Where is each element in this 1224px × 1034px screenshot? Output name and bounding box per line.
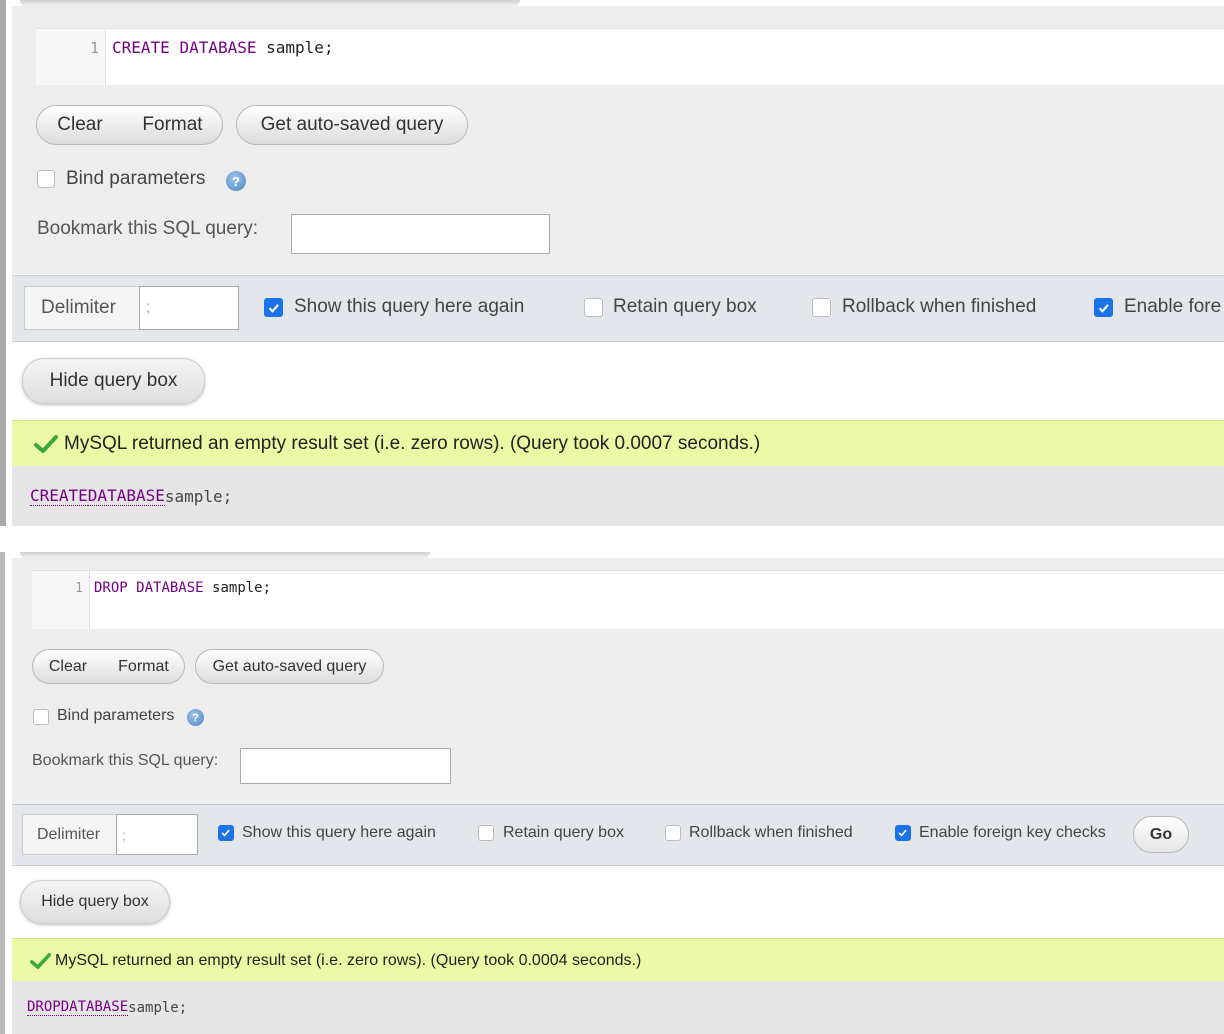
line-number: 1 (36, 29, 106, 85)
success-text: MySQL returned an empty result set (i.e.… (55, 951, 642, 969)
help-icon[interactable]: ? (226, 171, 246, 191)
bind-parameters-label: Bind parameters (66, 168, 206, 189)
rollback-label: Rollback when finished (842, 296, 1037, 317)
sql-keyword-link[interactable]: DATABASE (87, 486, 165, 506)
code-line[interactable]: CREATE DATABASE sample; (112, 29, 334, 57)
delimiter-label: Delimiter (22, 814, 118, 855)
success-text: MySQL returned an empty result set (i.e.… (64, 433, 761, 454)
show-query-label: Show this query here again (242, 824, 436, 841)
foreign-key-checkbox[interactable] (895, 825, 911, 841)
code-text: sample; (212, 580, 272, 596)
help-icon[interactable]: ? (187, 709, 204, 726)
foreign-key-checkbox[interactable] (1094, 298, 1113, 317)
sql-echo: DROP DATABASE sample; (12, 981, 1224, 1034)
code-keyword: DATABASE (136, 580, 204, 596)
format-button[interactable]: Format (123, 105, 223, 145)
rollback-checkbox[interactable] (812, 298, 831, 317)
retain-query-box-label: Retain query box (503, 824, 624, 841)
format-button[interactable]: Format (103, 649, 185, 684)
sql-echo-text: sample; (164, 486, 233, 506)
bind-parameters-label: Bind parameters (57, 707, 175, 724)
query-panel-drop: 1 DROP DATABASE sample; Clear Format Get… (0, 552, 1224, 1034)
go-button[interactable]: Go (1133, 816, 1189, 853)
bind-parameters-checkbox[interactable] (33, 709, 49, 725)
checkmark-icon (898, 830, 908, 838)
retain-query-box-checkbox[interactable] (478, 825, 494, 841)
bind-parameters-checkbox[interactable] (37, 170, 55, 188)
foreign-key-label: Enable foreign key checks (919, 824, 1106, 841)
delimiter-input[interactable] (116, 814, 198, 855)
bookmark-input[interactable] (240, 748, 451, 784)
rollback-checkbox[interactable] (665, 825, 681, 841)
code-keyword: DATABASE (179, 38, 257, 57)
delimiter-label: Delimiter (24, 286, 140, 330)
checkmark-icon (221, 830, 231, 838)
code-text: sample; (266, 38, 334, 57)
get-auto-saved-query-button[interactable]: Get auto-saved query (195, 649, 384, 684)
delimiter-input[interactable] (139, 286, 239, 330)
foreign-key-label: Enable fore (1124, 296, 1222, 317)
left-frame-border (0, 552, 5, 1034)
sql-editor[interactable]: 1 CREATE DATABASE sample; (36, 28, 1224, 85)
success-check-icon (34, 435, 58, 453)
query-panel-create: 1 CREATE DATABASE sample; Clear Format G… (0, 0, 1224, 526)
hide-query-box-button[interactable]: Hide query box (22, 358, 205, 404)
get-auto-saved-query-button[interactable]: Get auto-saved query (236, 105, 468, 145)
sql-editor[interactable]: 1 DROP DATABASE sample; (32, 570, 1224, 629)
retain-query-box-checkbox[interactable] (584, 298, 603, 317)
rollback-label: Rollback when finished (689, 824, 853, 841)
success-message: MySQL returned an empty result set (i.e.… (12, 420, 1224, 467)
checkmark-icon (268, 303, 279, 313)
code-keyword: DROP (94, 580, 128, 596)
sql-keyword-link[interactable]: DROP (27, 999, 61, 1016)
bookmark-input[interactable] (291, 214, 550, 254)
bookmark-label: Bookmark this SQL query: (37, 218, 259, 239)
retain-query-box-label: Retain query box (613, 296, 757, 317)
clear-button[interactable]: Clear (32, 649, 104, 684)
hide-query-box-button[interactable]: Hide query box (20, 880, 170, 924)
show-query-checkbox[interactable] (218, 825, 234, 841)
code-keyword: CREATE (112, 38, 170, 57)
sql-echo: CREATE DATABASE sample; (12, 466, 1224, 526)
show-query-checkbox[interactable] (264, 298, 283, 317)
clear-button[interactable]: Clear (36, 105, 124, 145)
show-query-label: Show this query here again (294, 296, 525, 317)
success-check-icon (30, 952, 51, 969)
checkmark-icon (1098, 303, 1109, 313)
bookmark-label: Bookmark this SQL query: (32, 752, 219, 769)
sql-keyword-link[interactable]: DATABASE (60, 999, 129, 1016)
sql-keyword-link[interactable]: CREATE (30, 486, 88, 506)
line-number: 1 (32, 571, 90, 629)
success-message: MySQL returned an empty result set (i.e.… (12, 938, 1224, 982)
code-line[interactable]: DROP DATABASE sample; (94, 571, 271, 596)
left-frame-border (0, 0, 6, 526)
sql-echo-text: sample; (128, 999, 188, 1016)
